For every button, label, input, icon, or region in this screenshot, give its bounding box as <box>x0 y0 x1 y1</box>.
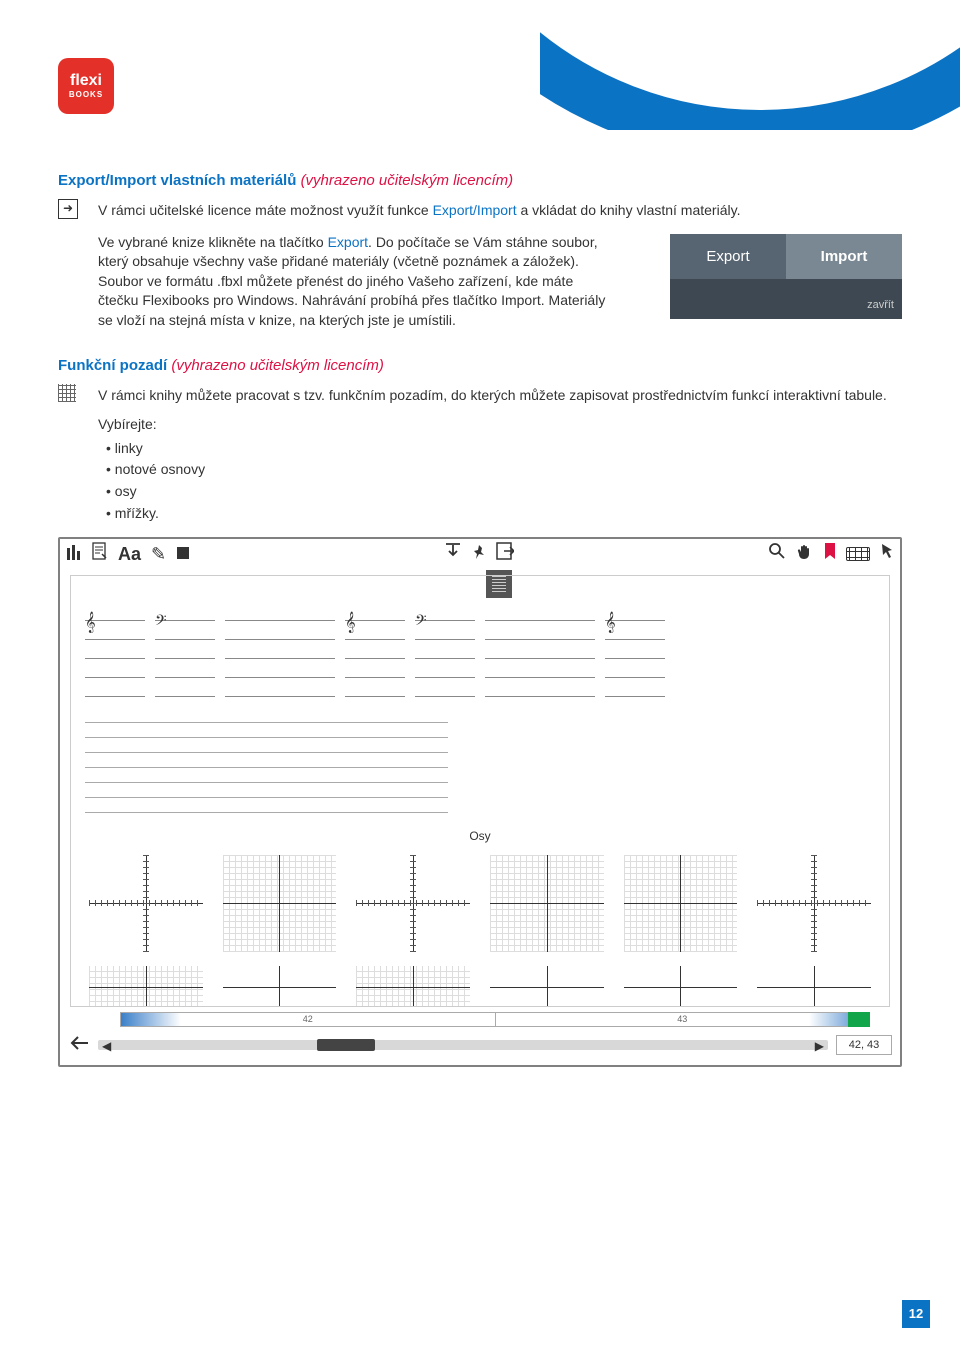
bass-line-stack[interactable] <box>85 719 448 824</box>
staff-row <box>85 614 875 709</box>
bass-staff[interactable] <box>155 614 215 709</box>
axes-plain[interactable] <box>352 851 474 956</box>
app-screenshot: Aa ✎ <box>58 537 902 1067</box>
treble-staff[interactable] <box>605 614 665 709</box>
ruler-left-page: 42 <box>303 1014 313 1024</box>
export-import-card: Export Import zavřít <box>670 234 902 319</box>
ruler-right-page: 43 <box>677 1014 687 1024</box>
page-indicator[interactable]: 42, 43 <box>836 1035 892 1055</box>
card-close[interactable]: zavřít <box>867 298 894 313</box>
back-arrow-icon[interactable] <box>68 1033 90 1058</box>
export-import-link: Export/Import <box>433 202 517 218</box>
bass-staff[interactable] <box>415 614 475 709</box>
pin-icon[interactable] <box>472 542 486 567</box>
list-item: notové osnovy <box>106 460 902 480</box>
bars-icon[interactable] <box>66 542 82 567</box>
axes-grid-small[interactable] <box>352 962 474 1007</box>
section2-title: Funkční pozadí (vyhrazeno učitelským lic… <box>58 355 902 376</box>
cursor-icon[interactable] <box>880 542 894 567</box>
axes-row-small <box>85 962 875 1007</box>
app-bottom-bar: ◀ ▶ 42, 43 <box>68 1033 892 1057</box>
axes-small[interactable] <box>486 962 608 1007</box>
stop-icon[interactable] <box>176 542 190 567</box>
logo-main: flexi <box>70 73 102 89</box>
axes-row <box>85 851 875 956</box>
plain-lines[interactable] <box>485 614 595 709</box>
axes-grid[interactable] <box>620 851 742 956</box>
treble-staff[interactable] <box>85 614 145 709</box>
section1-title: Export/Import vlastních materiálů (vyhra… <box>58 170 902 191</box>
export-icon <box>58 199 78 219</box>
hand-icon[interactable] <box>796 542 814 567</box>
axes-plain[interactable] <box>753 851 875 956</box>
header-swoosh <box>540 0 960 130</box>
section1-title-main: Export/Import vlastních materiálů <box>58 172 296 189</box>
page-number-badge: 12 <box>902 1300 930 1328</box>
section2-p1: V rámci knihy můžete pracovat s tzv. fun… <box>98 386 902 406</box>
note-page-icon[interactable] <box>92 542 108 567</box>
card-import-tab[interactable]: Import <box>786 234 902 279</box>
ruler-marker[interactable] <box>848 1012 870 1027</box>
export-arrow-icon[interactable] <box>496 542 514 567</box>
app-toolbar: Aa ✎ <box>60 539 900 569</box>
section1-p1: V rámci učitelské licence máte možnost v… <box>98 201 902 221</box>
text-tool[interactable]: Aa <box>118 542 141 567</box>
axes-small[interactable] <box>219 962 341 1007</box>
scroll-right-icon[interactable]: ▶ <box>815 1038 824 1055</box>
flexibooks-logo: flexi BOOKS <box>58 58 114 114</box>
logo-sub: BOOKS <box>69 91 103 99</box>
osy-label: Osy <box>85 828 875 845</box>
axes-grid-small[interactable] <box>85 962 207 1007</box>
card-export-tab[interactable]: Export <box>670 234 786 279</box>
axes-small[interactable] <box>753 962 875 1007</box>
section2-title-note: (vyhrazeno učitelským licencím) <box>171 357 384 374</box>
section2-title-main: Funkční pozadí <box>58 357 167 374</box>
page-ruler[interactable]: 42 43 <box>120 1012 870 1027</box>
pencil-icon[interactable]: ✎ <box>151 542 166 567</box>
treble-staff[interactable] <box>345 614 405 709</box>
list-item: osy <box>106 482 902 502</box>
download-icon[interactable] <box>444 542 462 567</box>
section1-p2: Ve vybrané knize klikněte na tlačítko Ex… <box>98 233 608 331</box>
app-body: Osy <box>70 575 890 1007</box>
scroll-left-icon[interactable]: ◀ <box>102 1038 111 1055</box>
bookmark-icon[interactable] <box>824 542 836 567</box>
keyboard-icon[interactable] <box>846 547 870 561</box>
search-icon[interactable] <box>768 542 786 567</box>
axes-small[interactable] <box>620 962 742 1007</box>
section1-title-note: (vyhrazeno učitelským licencím) <box>301 172 514 189</box>
axes-grid[interactable] <box>219 851 341 956</box>
section2-select-label: Vybírejte: <box>98 415 902 435</box>
list-item: linky <box>106 439 902 459</box>
scrollbar[interactable]: ◀ ▶ <box>98 1040 828 1050</box>
export-link: Export <box>328 234 368 250</box>
axes-plain[interactable] <box>85 851 207 956</box>
scroll-thumb[interactable] <box>317 1039 375 1051</box>
list-item: mřížky. <box>106 504 902 524</box>
plain-lines[interactable] <box>225 614 335 709</box>
section2-list: linky notové osnovy osy mřížky. <box>98 439 902 523</box>
grid-icon <box>58 384 76 402</box>
axes-grid[interactable] <box>486 851 608 956</box>
